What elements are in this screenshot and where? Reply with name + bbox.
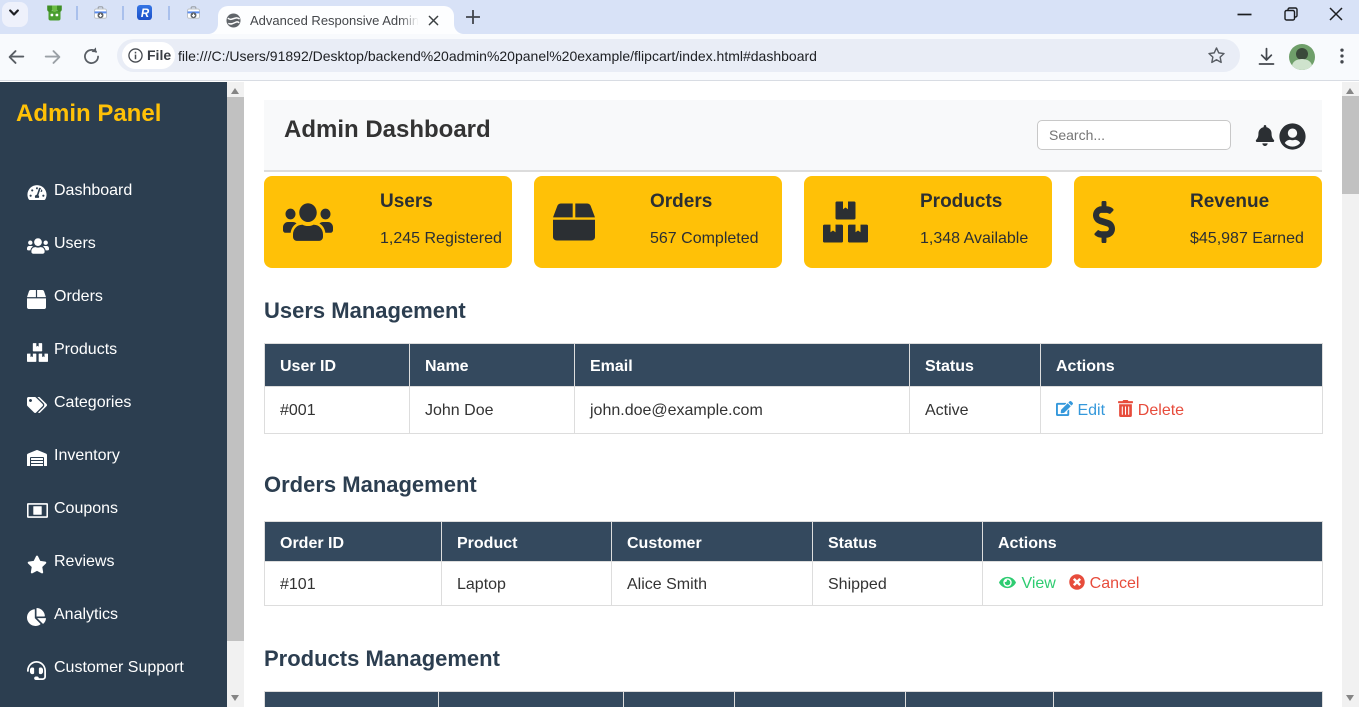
svg-text:R: R — [141, 8, 150, 20]
